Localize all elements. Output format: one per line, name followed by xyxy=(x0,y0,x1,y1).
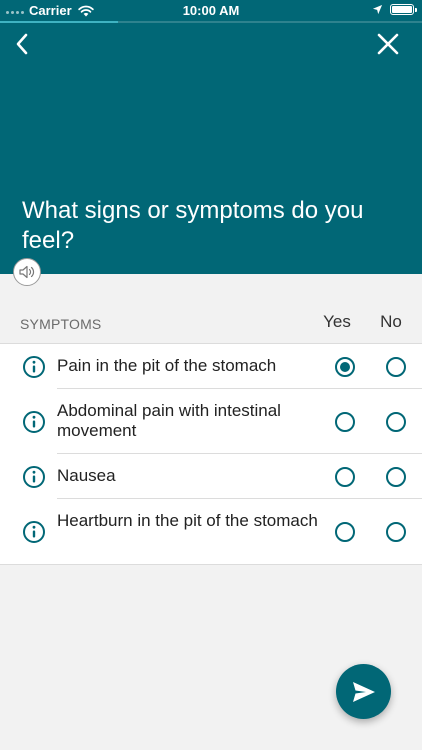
progress-fill xyxy=(0,21,119,23)
question-header: Carrier 10:00 AM What signs or symptoms … xyxy=(0,0,422,274)
info-icon[interactable] xyxy=(22,465,46,489)
radio-yes[interactable] xyxy=(335,466,355,487)
question-title: What signs or symptoms do you feel? xyxy=(22,197,364,254)
radio-no[interactable] xyxy=(386,356,406,377)
radio-no[interactable] xyxy=(386,466,406,487)
symptom-row: Heartburn in the pit of the stomach xyxy=(0,499,422,564)
column-header-symptoms: SYMPTOMS xyxy=(20,316,102,332)
info-icon[interactable] xyxy=(22,410,46,434)
radio-yes[interactable] xyxy=(335,356,355,377)
close-button[interactable] xyxy=(374,30,402,58)
column-header-yes: Yes xyxy=(323,312,351,331)
info-icon[interactable] xyxy=(22,520,46,544)
symptom-label: Nausea xyxy=(57,465,116,485)
send-button[interactable] xyxy=(336,664,391,719)
speaker-icon xyxy=(19,265,35,279)
radio-yes[interactable] xyxy=(335,521,355,542)
symptom-row: Nausea xyxy=(0,454,422,499)
chevron-left-icon xyxy=(16,33,28,55)
symptom-label: Heartburn in the pit of the stomach xyxy=(57,510,318,530)
status-bar: Carrier 10:00 AM xyxy=(0,0,422,22)
send-icon xyxy=(352,681,375,702)
symptom-label: Abdominal pain with intestinal movement xyxy=(57,400,281,440)
audio-button[interactable] xyxy=(13,258,41,286)
battery-icon xyxy=(390,4,417,15)
table-header: SYMPTOMS Yes No xyxy=(0,306,422,340)
progress-bar xyxy=(0,21,422,23)
radio-yes[interactable] xyxy=(335,411,355,432)
symptom-row: Abdominal pain with intestinal movement xyxy=(0,389,422,454)
symptom-list: Pain in the pit of the stomach Abdominal … xyxy=(0,343,422,565)
radio-no[interactable] xyxy=(386,411,406,432)
status-time: 10:00 AM xyxy=(182,3,240,18)
location-arrow-icon xyxy=(372,4,383,15)
info-icon[interactable] xyxy=(22,355,46,379)
status-right xyxy=(372,4,417,15)
symptom-label: Pain in the pit of the stomach xyxy=(57,355,277,375)
back-button[interactable] xyxy=(8,30,36,58)
close-icon xyxy=(377,33,399,55)
symptom-row: Pain in the pit of the stomach xyxy=(0,344,422,389)
radio-no[interactable] xyxy=(386,521,406,542)
column-header-no: No xyxy=(380,312,402,331)
